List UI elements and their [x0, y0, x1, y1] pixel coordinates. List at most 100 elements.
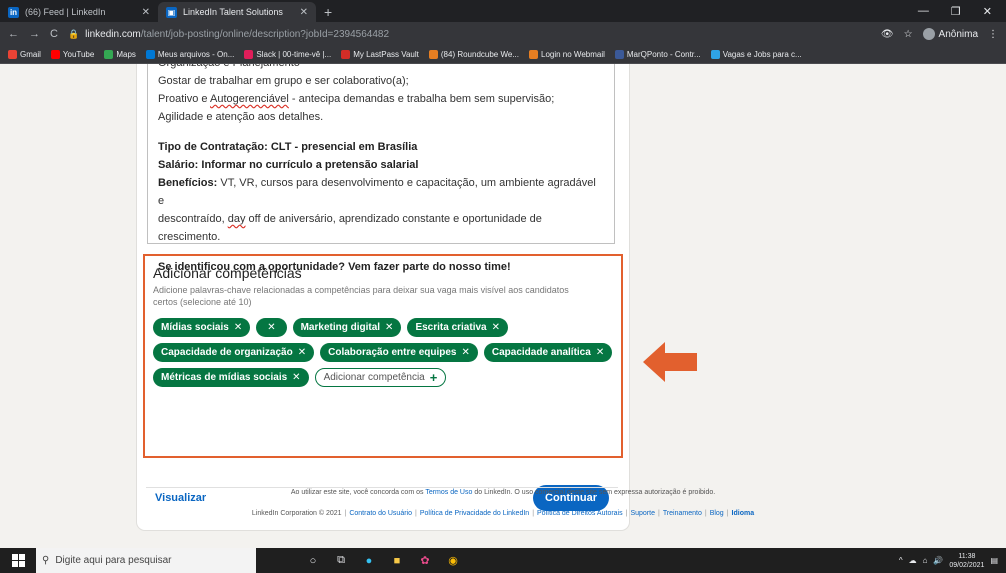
url-host: linkedin.com	[85, 28, 141, 40]
page-content: Organização e Planejamento Gostar de tra…	[0, 64, 1006, 548]
skill-chip-label: Capacidade de organização	[161, 347, 293, 358]
add-skill-button[interactable]: Adicionar competência +	[314, 368, 447, 387]
reload-icon[interactable]: C	[50, 28, 58, 40]
skill-chip-label: Marketing digital	[300, 322, 381, 333]
lock-icon: 🔒	[67, 28, 80, 39]
footer-links: LinkedIn Corporation © 2021 | Contrato do …	[251, 510, 755, 517]
skill-chip-label: Colaboração entre equipes	[328, 347, 457, 358]
incognito-icon	[922, 28, 935, 40]
bookmark-item[interactable]: My LastPass Vault	[341, 50, 419, 59]
app-icon[interactable]: ✿	[418, 554, 432, 568]
skill-chip[interactable]: Métricas de mídias sociais ✕	[153, 368, 309, 387]
bookmark-item[interactable]: YouTube	[50, 50, 94, 59]
taskbar-search-input[interactable]: ⚲ Digite aqui para pesquisar	[36, 548, 256, 573]
bookmark-icon	[244, 50, 254, 59]
remove-skill-icon[interactable]: ✕	[234, 322, 242, 333]
task-view-icon[interactable]: ⧉	[334, 554, 348, 568]
remove-skill-icon[interactable]: ✕	[292, 372, 300, 383]
star-icon[interactable]: ☆	[904, 29, 913, 40]
bookmark-item[interactable]: Login no Webmail	[529, 50, 605, 59]
skill-chip[interactable]: Escrita criativa ✕	[407, 318, 508, 337]
footer-link[interactable]: Contrato do Usuário	[349, 510, 412, 517]
remove-skill-icon[interactable]: ✕	[492, 322, 500, 333]
linkedin-icon: in	[8, 6, 19, 18]
remove-skill-icon[interactable]: ✕	[267, 322, 275, 333]
bookmark-icon	[710, 50, 720, 59]
terms-link[interactable]: Termos de Uso	[425, 489, 472, 496]
desc-line: Gostar de trabalhar em grupo e ser colab…	[158, 75, 409, 87]
annotation-arrow-icon	[643, 342, 697, 382]
clock-date: 09/02/2021	[949, 561, 985, 569]
windows-start-icon[interactable]	[0, 554, 36, 567]
bookmark-item[interactable]: (84) Roundcube We...	[428, 50, 519, 59]
language-link[interactable]: Idioma	[732, 510, 755, 517]
bookmark-label: My LastPass Vault	[353, 50, 419, 59]
skill-chip-label: Escrita criativa	[415, 322, 487, 333]
remove-skill-icon[interactable]: ✕	[385, 322, 393, 333]
cortana-icon[interactable]: ○	[306, 554, 320, 568]
desc-line: Agilidade e atenção aos detalhes.	[158, 111, 324, 123]
footer-link[interactable]: Política de Privacidade do LinkedIn	[420, 510, 529, 517]
tab-talent-solutions[interactable]: ▣ LinkedIn Talent Solutions ✕	[158, 2, 316, 22]
taskbar-search-placeholder: Digite aqui para pesquisar	[55, 555, 172, 566]
plus-icon: +	[429, 370, 438, 385]
back-icon[interactable]: ←	[8, 28, 19, 40]
job-description-editor[interactable]: Organização e Planejamento Gostar de tra…	[147, 64, 615, 273]
bookmark-item[interactable]: Maps	[104, 50, 136, 59]
desc-contract: Tipo de Contratação: CLT - presencial em…	[158, 141, 418, 153]
browser-tab-bar: in (66) Feed | LinkedIn ✕ ▣ LinkedIn Tal…	[0, 0, 1006, 22]
skill-chip[interactable]: Colaboração entre equipes ✕	[320, 343, 478, 362]
bookmark-label: MarQPonto - Contr...	[626, 50, 701, 59]
minimize-icon[interactable]: —	[918, 5, 929, 17]
cloud-icon[interactable]: ☁	[909, 556, 917, 565]
chrome-icon[interactable]: ◉	[446, 554, 460, 568]
bookmark-item[interactable]: Slack | 00-time-vê |...	[244, 50, 331, 59]
talent-solutions-icon: ▣	[166, 6, 177, 18]
skill-chip[interactable]: Mídias sociais ✕	[153, 318, 251, 337]
maximize-icon[interactable]: ❐	[951, 5, 961, 18]
profile-button[interactable]: Anônima	[922, 28, 978, 40]
skill-chip[interactable]: Marketing digital ✕	[292, 318, 402, 337]
footer-link[interactable]: Política de Direitos Autorais	[537, 510, 623, 517]
bookmark-item[interactable]: Gmail	[8, 50, 41, 59]
bookmark-item[interactable]: Vagas e Jobs para c...	[710, 50, 802, 59]
bookmark-item[interactable]: Meus arquivos - On...	[145, 50, 234, 59]
desc-benefits-cont: descontraído, day off de aniversário, ap…	[158, 213, 542, 243]
tab-linkedin-feed[interactable]: in (66) Feed | LinkedIn ✕	[0, 2, 158, 22]
bookmark-item[interactable]: MarQPonto - Contr...	[614, 50, 701, 59]
forward-icon[interactable]: →	[29, 28, 40, 40]
remove-skill-icon[interactable]: ✕	[596, 347, 604, 358]
close-window-icon[interactable]: ✕	[983, 5, 992, 18]
desc-line: Organização e Planejamento	[158, 64, 604, 72]
footer-link[interactable]: Suporte	[630, 510, 655, 517]
incognito-eye-icon[interactable]: 👁	[881, 29, 894, 40]
skill-chip[interactable]: Capacidade de organização ✕	[153, 343, 315, 362]
volume-icon[interactable]: 🔊	[933, 556, 943, 565]
close-tab-icon[interactable]: ✕	[300, 7, 308, 18]
skill-chip[interactable]: ✕	[256, 318, 287, 337]
desc-benefits: Benefícios: VT, VR, cursos para desenvol…	[158, 177, 596, 207]
taskbar-clock[interactable]: 11:38 09/02/2021	[949, 552, 984, 570]
remove-skill-icon[interactable]: ✕	[461, 347, 469, 358]
file-explorer-icon[interactable]: ■	[390, 554, 404, 568]
bookmark-label: (84) Roundcube We...	[440, 50, 519, 59]
copyright: LinkedIn Corporation © 2021	[251, 510, 342, 517]
edge-icon[interactable]: ●	[362, 554, 376, 568]
close-tab-icon[interactable]: ✕	[142, 7, 150, 18]
footer-link[interactable]: Treinamento	[663, 510, 702, 517]
notifications-icon[interactable]: ▤	[990, 556, 998, 565]
footer-link[interactable]: Blog	[710, 510, 724, 517]
network-icon[interactable]: ⌂	[923, 556, 928, 565]
bookmark-icon	[50, 50, 60, 59]
bookmark-label: Login no Webmail	[541, 50, 605, 59]
tray-chevron-icon[interactable]: ^	[899, 556, 903, 565]
skill-chip[interactable]: Capacidade analítica ✕	[483, 343, 613, 362]
desc-salary: Salário: Informar no currículo a pretens…	[158, 159, 419, 171]
menu-kebab-icon[interactable]: ⋮	[988, 29, 998, 40]
tab-title: LinkedIn Talent Solutions	[183, 7, 283, 17]
spellcheck-mark: day	[227, 213, 246, 225]
url-input[interactable]: 🔒 linkedin.com/talent/job-posting/online…	[68, 25, 871, 43]
new-tab-button[interactable]: +	[316, 2, 340, 22]
clock-time: 11:38	[958, 552, 976, 560]
remove-skill-icon[interactable]: ✕	[298, 347, 306, 358]
